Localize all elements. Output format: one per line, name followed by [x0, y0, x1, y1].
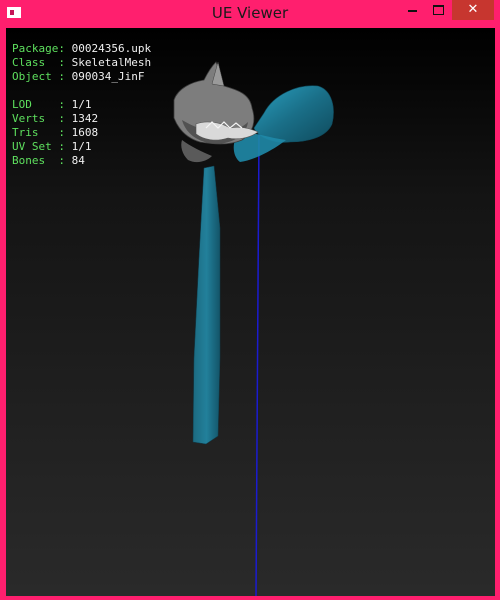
maximize-button[interactable] [428, 0, 448, 20]
ue-viewer-window: UE Viewer ✕ Package: 00024356.upk Class … [0, 0, 500, 600]
close-icon: ✕ [467, 2, 479, 17]
info-bones: Bones : 84 [12, 154, 85, 167]
3d-viewport[interactable]: Package: 00024356.upk Class : SkeletalMe… [6, 28, 495, 596]
info-verts: Verts : 1342 [12, 112, 99, 125]
minimize-icon [407, 9, 417, 12]
minimize-button[interactable] [402, 0, 422, 20]
info-object: Object : 090034_JinF [12, 70, 145, 83]
bone-axis-line [255, 132, 260, 596]
info-tris: Tris : 1608 [12, 126, 99, 139]
info-class: Class : SkeletalMesh [12, 56, 152, 69]
mesh-cloth [253, 85, 334, 143]
info-lod: LOD : 1/1 [12, 98, 92, 111]
info-uvset: UV Set : 1/1 [12, 140, 92, 153]
title-bar[interactable]: UE Viewer ✕ [0, 0, 500, 27]
mesh-sash [192, 165, 221, 445]
mesh-info-panel: Package: 00024356.upk Class : SkeletalMe… [12, 42, 151, 168]
window-title: UE Viewer [211, 4, 289, 22]
info-package: Package: 00024356.upk [12, 42, 152, 55]
maximize-icon [432, 4, 444, 15]
close-button[interactable]: ✕ [452, 0, 494, 20]
